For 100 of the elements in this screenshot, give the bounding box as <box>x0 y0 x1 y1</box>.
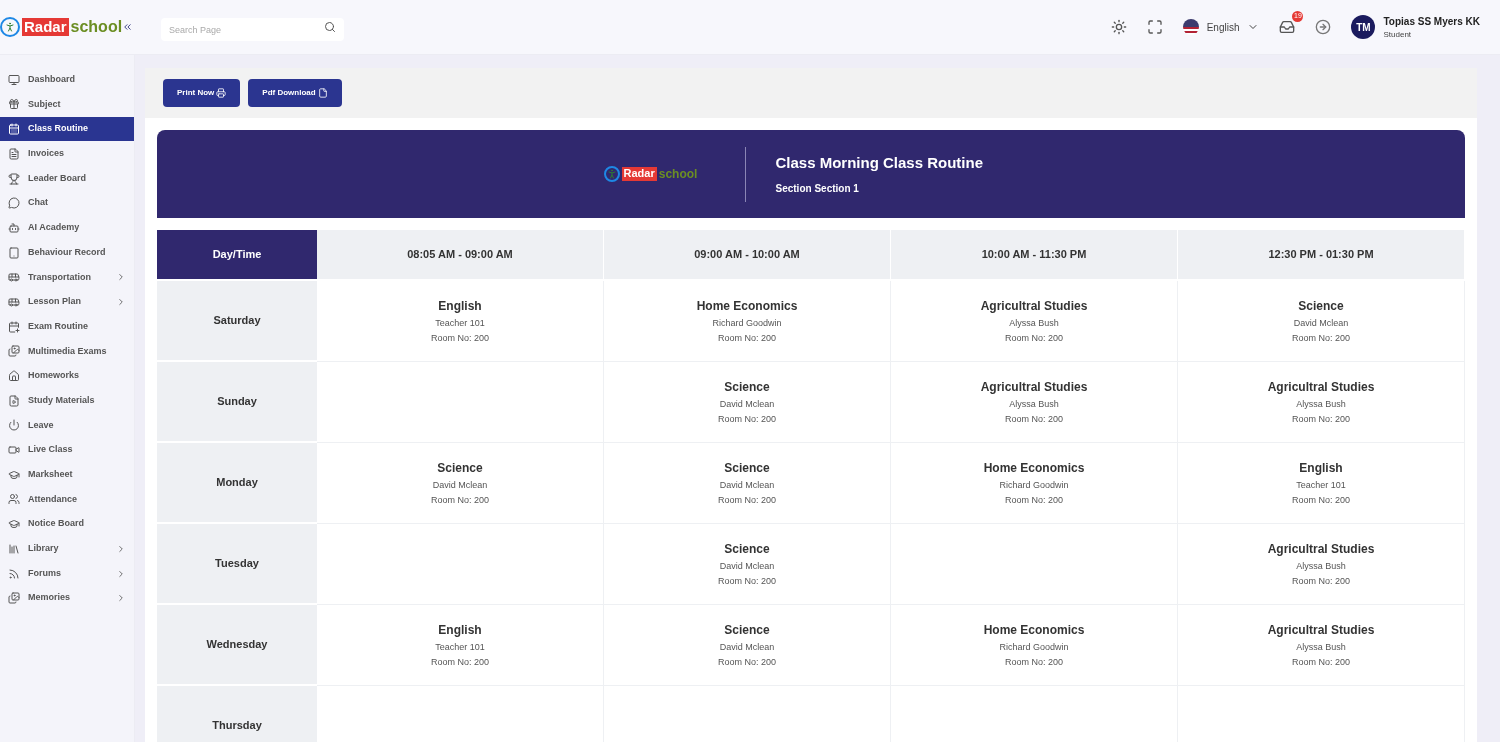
sidebar-item[interactable]: Notice Board <box>0 512 134 536</box>
action-button[interactable]: Pdf Download <box>248 79 342 107</box>
room-number: Room No: 200 <box>718 494 776 507</box>
chat-icon <box>8 197 20 210</box>
teacher-name: David Mclean <box>719 397 775 411</box>
subject-name: English <box>1299 459 1343 477</box>
teacher-name: David Mclean <box>719 478 775 492</box>
sidebar-item[interactable]: Homeworks <box>0 364 134 388</box>
sidebar-item[interactable]: Leader Board <box>0 166 134 191</box>
trophy-icon <box>8 172 20 185</box>
subject-name: English <box>438 621 482 639</box>
sidebar-item[interactable]: Chat <box>0 191 134 215</box>
teacher-name: David Mclean <box>1293 316 1349 330</box>
sidebar-item[interactable]: Attendance <box>0 487 134 512</box>
day-cell: Monday <box>157 443 317 524</box>
library-icon <box>8 542 20 555</box>
search-icon[interactable] <box>324 20 336 33</box>
day-cell: Thursday <box>157 686 317 742</box>
document-icon <box>8 147 20 160</box>
teacher-name: Alyssa Bush <box>1296 640 1346 654</box>
sidebar-item[interactable]: Invoices <box>0 142 134 166</box>
room-number: Room No: 200 <box>1005 332 1063 345</box>
sidebar-item[interactable]: Exam Routine <box>0 314 134 339</box>
sidebar-item[interactable]: Live Class <box>0 438 134 462</box>
inbox-icon[interactable] <box>1279 19 1296 35</box>
table-header-cell: 10:00 AM - 11:30 PM <box>891 230 1178 281</box>
sidebar-item[interactable]: Memories <box>0 586 134 610</box>
subject-name: Agricultral Studies <box>980 297 1088 315</box>
room-number: Room No: 200 <box>718 332 776 345</box>
sidebar-item[interactable]: Subject <box>0 92 134 117</box>
sidebar-item[interactable]: Transportation <box>0 265 134 289</box>
room-number: Room No: 200 <box>1005 413 1063 426</box>
subject-name: Home Economics <box>696 297 798 315</box>
room-number: Room No: 200 <box>1292 332 1350 345</box>
sidebar-item[interactable]: AI Academy <box>0 216 134 240</box>
action-button[interactable]: Print Now <box>163 79 241 107</box>
sidebar-item[interactable]: Library <box>0 537 134 561</box>
day-cell: Wednesday <box>157 605 317 686</box>
teacher-name: Alyssa Bush <box>1296 397 1346 411</box>
sidebar-item[interactable]: Lesson Plan <box>0 290 134 314</box>
robot-icon <box>8 221 20 234</box>
logo-text: school <box>70 17 123 37</box>
video-file-icon <box>8 394 20 407</box>
subject-name: Science <box>1298 297 1344 315</box>
file-icon <box>317 88 328 98</box>
monitor-icon <box>8 73 20 86</box>
table-header-cell: 12:30 PM - 01:30 PM <box>1178 230 1465 281</box>
user-avatar[interactable]: TM <box>1351 15 1376 39</box>
room-number: Room No: 200 <box>1005 494 1063 507</box>
sidebar-item[interactable]: Multimedia Exams <box>0 339 134 364</box>
routine-title: Class Morning Class Routine <box>775 153 985 174</box>
teacher-name: Richard Goodwin <box>712 316 782 330</box>
user-role: Student <box>1383 28 1413 41</box>
day-cell: Sunday <box>157 362 317 443</box>
teacher-name: Alyssa Bush <box>1296 559 1346 573</box>
power-icon <box>8 419 20 432</box>
subject-name: English <box>438 297 482 315</box>
table-header-cell: 08:05 AM - 09:00 AM <box>317 230 604 281</box>
theme-icon[interactable] <box>1110 19 1127 35</box>
teacher-name: Richard Goodwin <box>999 640 1069 654</box>
teacher-name: Teacher 101 <box>1296 478 1346 492</box>
room-number: Room No: 200 <box>718 575 776 588</box>
sidebar-item[interactable]: Marksheet <box>0 463 134 487</box>
subject-name: Science <box>724 540 770 558</box>
sidebar-item[interactable]: Class Routine <box>0 117 134 141</box>
table-header-cell: Day/Time <box>157 230 317 281</box>
us-flag-icon <box>1182 19 1199 35</box>
fullscreen-icon[interactable] <box>1146 19 1163 35</box>
bus-icon <box>8 295 20 308</box>
sidebar-item[interactable]: Study Materials <box>0 388 134 413</box>
logout-icon[interactable] <box>1315 19 1332 35</box>
room-number: Room No: 200 <box>1005 656 1063 669</box>
teacher-name: Teacher 101 <box>435 640 485 654</box>
gift-icon <box>8 98 20 111</box>
teacher-name: David Mclean <box>719 559 775 573</box>
logo-icon <box>0 17 20 37</box>
subject-name: Science <box>724 459 770 477</box>
calendar-icon <box>8 123 20 136</box>
teacher-name: Alyssa Bush <box>1009 397 1059 411</box>
search-field[interactable]: Search Page <box>161 18 344 41</box>
sidebar-item[interactable]: Forums <box>0 561 134 586</box>
images-icon <box>8 345 20 358</box>
sidebar-item[interactable]: Leave <box>0 413 134 438</box>
sidebar-item[interactable]: Behaviour Record <box>0 240 134 265</box>
sidebar-item[interactable]: Dashboard <box>0 68 134 92</box>
subject-name: Science <box>724 378 770 396</box>
day-cell: Tuesday <box>157 524 317 605</box>
room-number: Room No: 200 <box>1292 575 1350 588</box>
logo-icon <box>603 166 620 182</box>
images-icon <box>8 592 20 605</box>
language-selector[interactable]: English <box>1206 19 1260 35</box>
room-number: Room No: 200 <box>1292 656 1350 669</box>
room-number: Room No: 200 <box>431 332 489 345</box>
routine-subtitle: Section Section 1 <box>775 181 860 196</box>
subject-name: Science <box>724 621 770 639</box>
video-camera-icon <box>8 444 20 457</box>
rss-icon <box>8 567 20 580</box>
user-name: Topias SS Myers KK <box>1383 14 1480 29</box>
subject-name: Agricultral Studies <box>1267 540 1375 558</box>
teacher-name: Alyssa Bush <box>1009 316 1059 330</box>
